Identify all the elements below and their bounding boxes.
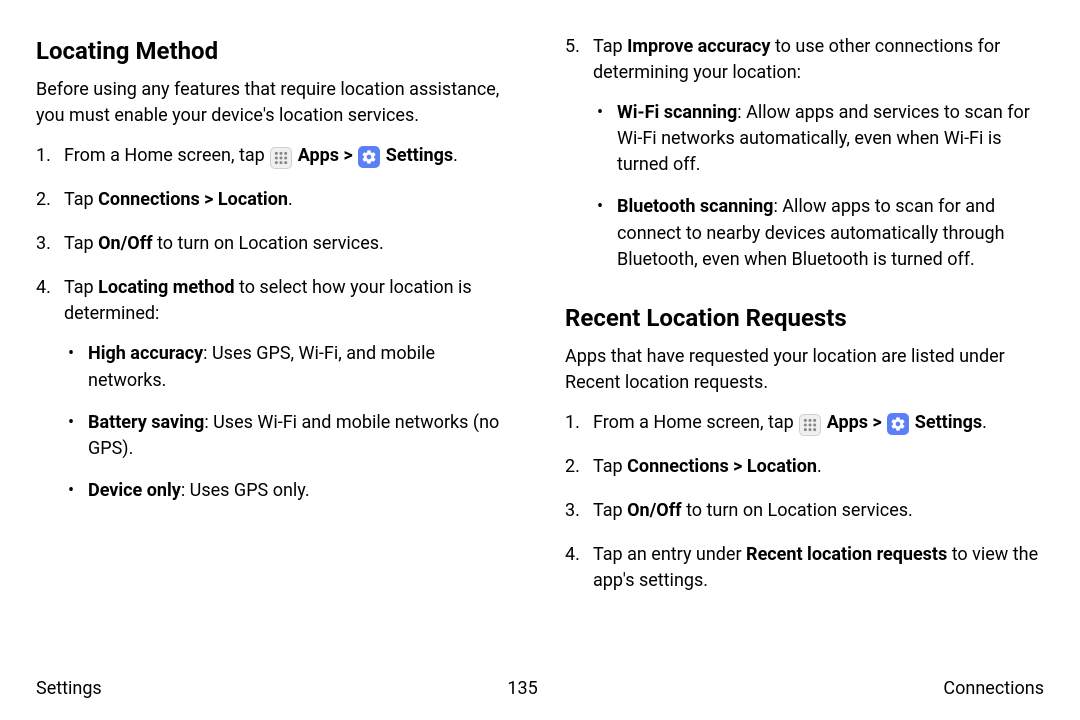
apps-icon — [799, 414, 821, 436]
improve-accuracy-options: Wi-Fi scanning: Allow apps and services … — [593, 100, 1044, 273]
option-high-accuracy: High accuracy: Uses GPS, Wi-Fi, and mobi… — [64, 341, 515, 393]
option-device-only: Device only: Uses GPS only. — [64, 478, 515, 504]
recent-requests-intro: Apps that have requested your location a… — [565, 344, 1044, 396]
step-2: Tap Connections > Location. — [36, 187, 515, 213]
footer-right: Connections — [943, 676, 1044, 702]
step-3: Tap On/Off to turn on Location services. — [36, 231, 515, 257]
rr-step-4: Tap an entry under Recent location reque… — [565, 542, 1044, 594]
locating-method-intro: Before using any features that require l… — [36, 77, 515, 129]
step-5: Tap Improve accuracy to use other connec… — [565, 34, 1044, 273]
rr-step-2: Tap Connections > Location. — [565, 454, 1044, 480]
right-column: Tap Improve accuracy to use other connec… — [565, 34, 1044, 612]
locating-method-steps: From a Home screen, tap Apps > Settings.… — [36, 143, 515, 504]
page-footer: Settings 135 Connections — [36, 676, 1044, 702]
locating-method-options: High accuracy: Uses GPS, Wi-Fi, and mobi… — [64, 341, 515, 503]
apps-icon — [270, 147, 292, 169]
left-column: Locating Method Before using any feature… — [36, 34, 515, 612]
step-4: Tap Locating method to select how your l… — [36, 275, 515, 504]
recent-requests-heading: Recent Location Requests — [565, 301, 1044, 336]
rr-step-3: Tap On/Off to turn on Location services. — [565, 498, 1044, 524]
option-wifi-scanning: Wi-Fi scanning: Allow apps and services … — [593, 100, 1044, 178]
footer-page-number: 135 — [507, 676, 537, 702]
locating-method-steps-cont: Tap Improve accuracy to use other connec… — [565, 34, 1044, 273]
step-1: From a Home screen, tap Apps > Settings. — [36, 143, 515, 169]
settings-icon — [358, 146, 380, 168]
footer-left: Settings — [36, 676, 102, 702]
option-battery-saving: Battery saving: Uses Wi-Fi and mobile ne… — [64, 410, 515, 462]
rr-step-1: From a Home screen, tap Apps > Settings. — [565, 410, 1044, 436]
option-bluetooth-scanning: Bluetooth scanning: Allow apps to scan f… — [593, 194, 1044, 272]
recent-requests-steps: From a Home screen, tap Apps > Settings.… — [565, 410, 1044, 594]
locating-method-heading: Locating Method — [36, 34, 515, 69]
settings-icon — [887, 413, 909, 435]
